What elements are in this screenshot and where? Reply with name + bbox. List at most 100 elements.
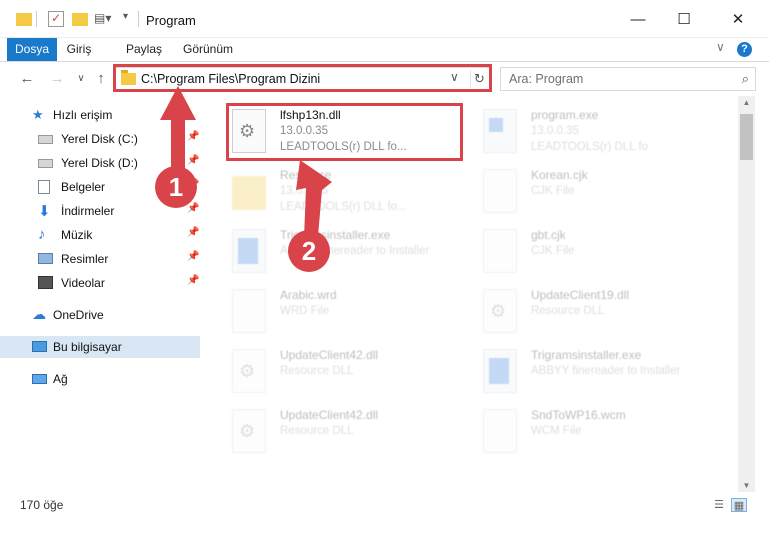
drive-icon (38, 159, 53, 168)
file-name: SndToWP16.wcm (531, 408, 626, 422)
sidebar-item-this-pc[interactable]: Bu bilgisayar (0, 336, 200, 358)
sidebar-item-label: Belgeler (61, 180, 106, 194)
up-button[interactable]: ↑ (90, 68, 112, 90)
gear-file-icon: ⚙ (232, 409, 266, 453)
pin-icon[interactable]: 📌 (187, 227, 199, 238)
network-icon (32, 374, 47, 384)
pin-icon[interactable]: 📌 (187, 251, 199, 262)
search-placeholder[interactable]: Ara: Program (509, 72, 583, 86)
tab-gorunum[interactable]: Görünüm (180, 38, 236, 61)
close-button[interactable]: ✕ (716, 6, 760, 34)
separator (36, 11, 37, 27)
pictures-icon (38, 253, 53, 264)
file-item[interactable]: Resource 13.0.0.35 LEADTOOLS(r) DLL fo..… (232, 166, 467, 222)
expand-ribbon-icon[interactable]: ∨ (716, 40, 725, 54)
tab-dosya[interactable]: Dosya (7, 38, 57, 61)
minimize-button[interactable]: — (616, 6, 660, 34)
scroll-down-icon[interactable]: ▼ (738, 481, 755, 490)
pin-icon[interactable]: 📌 (187, 275, 199, 286)
sidebar-item-label: Yerel Disk (C:) (61, 132, 138, 146)
file-name: program.exe (531, 108, 599, 122)
sidebar-item-label: Müzik (61, 228, 93, 242)
sidebar-item-label: Ağ (53, 372, 68, 386)
blank-file-icon (483, 169, 517, 213)
tab-paylas[interactable]: Paylaş (124, 38, 164, 61)
pin-icon[interactable]: 📌 (187, 155, 199, 166)
title-bar: ✓ ▤▾ ▾ Program — ☐ ✕ (0, 0, 769, 38)
pin-icon[interactable]: 📌 (187, 131, 199, 142)
file-description: LEADTOOLS(r) DLL fo... (280, 201, 407, 213)
computer-icon (32, 341, 47, 352)
tab-giris[interactable]: Giriş (62, 38, 96, 61)
file-item[interactable]: gbt.cjk CJK File (483, 226, 718, 282)
file-version: 13.0.0.35 (531, 125, 579, 137)
file-version: 13.0.0.35 (280, 185, 328, 197)
sidebar-item-videolar[interactable]: Videolar 📌 (0, 272, 200, 294)
sidebar-item-network[interactable]: Ağ (0, 368, 200, 390)
vertical-scrollbar[interactable]: ▲ ▼ (738, 96, 755, 492)
sidebar-item-label: Hızlı erişim (53, 108, 113, 122)
status-bar: 170 öğe ☰ ▦ (0, 492, 769, 533)
installer-icon (232, 229, 266, 273)
maximize-button[interactable]: ☐ (662, 6, 706, 34)
file-name: UpdateClient19.dll (531, 288, 630, 302)
forward-button[interactable]: → (46, 68, 68, 90)
new-folder-icon[interactable] (72, 13, 88, 26)
quick-access-dropdown-icon[interactable]: ▾ (123, 11, 139, 27)
help-icon[interactable]: ? (737, 42, 752, 57)
details-view-icon[interactable]: ☰ (711, 498, 727, 512)
folder-icon (16, 13, 32, 26)
sidebar-item-disk-c[interactable]: Yerel Disk (C:) 📌 (0, 128, 200, 150)
file-type: Resource DLL (280, 365, 354, 377)
scroll-thumb[interactable] (740, 114, 753, 160)
folder-icon (232, 176, 266, 210)
sidebar-item-label: İndirmeler (61, 204, 115, 218)
tiles-view-icon[interactable]: ▦ (731, 498, 747, 512)
file-item[interactable]: ⚙ UpdateClient19.dll Resource DLL (483, 286, 718, 342)
file-item[interactable]: Trigramsinstaller.exe ABBYY finereader t… (483, 346, 718, 402)
sidebar-item-label: Resimler (61, 252, 109, 266)
gear-file-icon: ⚙ (483, 289, 517, 333)
sidebar-item-label: Videolar (61, 276, 105, 290)
file-item[interactable]: program.exe 13.0.0.35 LEADTOOLS(r) DLL f… (483, 106, 718, 162)
sidebar-item-resimler[interactable]: Resimler 📌 (0, 248, 200, 270)
file-item[interactable]: SndToWP16.wcm WCM File (483, 406, 718, 462)
sidebar-item-muzik[interactable]: ♪ Müzik 📌 (0, 224, 200, 246)
file-type: Resource DLL (280, 425, 354, 437)
search-icon[interactable]: ⌕ (742, 71, 749, 87)
file-name: UpdateClient42.dll (280, 408, 379, 422)
app-icon (483, 109, 517, 153)
documents-icon (38, 180, 50, 194)
star-icon: ★ (32, 107, 44, 122)
address-highlight-box (113, 64, 492, 92)
recent-locations-button[interactable]: ∨ (70, 68, 92, 90)
file-highlight-box (226, 103, 463, 161)
sidebar-item-quick-access[interactable]: ★ Hızlı erişim (0, 104, 200, 126)
pin-icon[interactable]: 📌 (187, 203, 199, 214)
file-item[interactable]: ⚙ UpdateClient42.dll Resource DLL (232, 406, 467, 462)
video-film-icon (38, 276, 53, 289)
file-type: WRD File (280, 305, 330, 317)
file-name: UpdateClient42.dll (280, 348, 379, 362)
file-item[interactable]: ⚙ UpdateClient42.dll Resource DLL (232, 346, 467, 402)
customize-toolbar-icon[interactable]: ▤▾ (94, 11, 111, 27)
file-type: ABBYY finereader to Installer (531, 365, 681, 377)
scroll-up-icon[interactable]: ▲ (738, 98, 755, 107)
sidebar-item-label: OneDrive (53, 308, 104, 322)
file-type: CJK File (531, 185, 575, 197)
file-name: gbt.cjk (531, 228, 566, 242)
file-item[interactable]: Trigramsinstaller.exe ABBYY finereader t… (232, 226, 467, 282)
navigation-pane: ★ Hızlı erişim Yerel Disk (C:) 📌 Yerel D… (0, 96, 205, 492)
file-description: LEADTOOLS(r) DLL fo (531, 141, 648, 153)
file-name: Trigramsinstaller.exe (531, 348, 642, 362)
properties-icon[interactable]: ✓ (48, 11, 64, 27)
file-item[interactable]: Arabic.wrd WRD File (232, 286, 467, 342)
search-box[interactable]: Ara: Program ⌕ (500, 67, 756, 91)
back-button[interactable]: ← (16, 68, 38, 90)
file-type: WCM File (531, 425, 582, 437)
file-item[interactable]: Korean.cjk CJK File (483, 166, 718, 222)
installer-icon (483, 349, 517, 393)
separator (138, 11, 139, 27)
file-name: Korean.cjk (531, 168, 588, 182)
sidebar-item-onedrive[interactable]: ☁ OneDrive (0, 304, 200, 326)
